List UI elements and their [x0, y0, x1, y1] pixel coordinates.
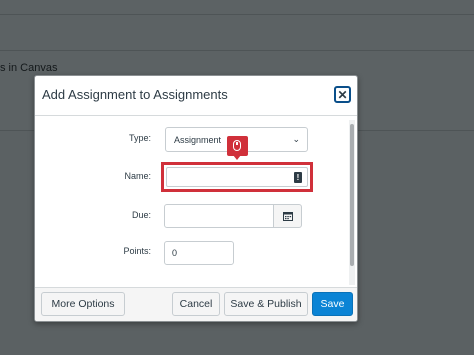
dialog-title: Add Assignment to Assignments — [42, 87, 228, 102]
type-select-value: Assignment — [174, 135, 222, 145]
type-label: Type: — [128, 133, 151, 143]
close-button[interactable]: ✕ — [334, 86, 351, 103]
background-text: s in Canvas — [0, 62, 58, 74]
click-indicator-arrow — [233, 155, 241, 160]
cancel-button[interactable]: Cancel — [172, 292, 220, 316]
dialog-footer: More Options Cancel Save & Publish Save — [35, 287, 357, 321]
scrollbar-thumb[interactable] — [350, 124, 354, 266]
points-label: Points: — [123, 246, 151, 256]
dialog-scrollbar[interactable] — [349, 120, 355, 285]
name-label: Name: — [124, 171, 151, 181]
background-band-top — [0, 0, 474, 15]
close-icon: ✕ — [337, 87, 348, 102]
background-band-mid — [0, 15, 474, 51]
due-label: Due: — [131, 210, 151, 220]
mouse-click-icon — [233, 140, 241, 151]
date-picker-button[interactable] — [273, 204, 302, 228]
add-assignment-dialog: Add Assignment to Assignments ✕ Type: As… — [34, 75, 358, 322]
dialog-header: Add Assignment to Assignments ✕ — [35, 76, 357, 116]
save-button[interactable]: Save — [312, 292, 353, 316]
more-options-button[interactable]: More Options — [41, 292, 125, 316]
dialog-body: Type: Assignment ⌄ Name: ! Due: Points: … — [35, 117, 357, 287]
calendar-icon — [282, 212, 293, 221]
warning-icon: ! — [294, 172, 302, 183]
name-input[interactable]: ! — [166, 167, 308, 187]
chevron-down-icon: ⌄ — [292, 134, 300, 144]
click-indicator — [227, 136, 248, 156]
points-input[interactable]: 0 — [164, 241, 234, 265]
name-field-highlight: ! — [161, 162, 313, 192]
due-date-input[interactable] — [164, 204, 274, 228]
save-and-publish-button[interactable]: Save & Publish — [224, 292, 308, 316]
points-value: 0 — [172, 248, 178, 258]
